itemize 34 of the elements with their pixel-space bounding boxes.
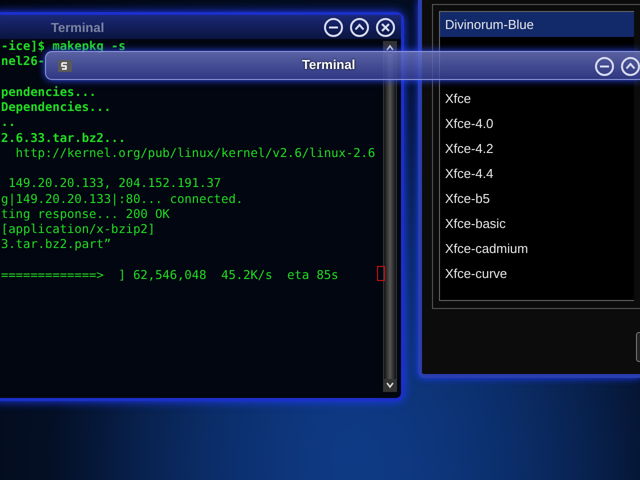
terminal-line: 3.tar.bz2.part” <box>1 237 112 252</box>
terminal-line: [application/x-bzip2] <box>1 222 156 236</box>
terminal-line: =============> ] 62,546,048 45.2K/s eta 85s <box>1 268 339 282</box>
terminal-line: 149.20.20.133, 204.152.191.37 <box>7 176 222 190</box>
terminal-line: nel26- <box>1 54 46 68</box>
scroll-down-icon[interactable] <box>384 379 396 391</box>
terminal-line: .. <box>1 115 16 130</box>
minimize-icon[interactable] <box>323 17 344 38</box>
theme-item[interactable]: Xfce <box>440 86 634 111</box>
terminal-line: 2.6.33.tar.bz2... <box>1 130 126 144</box>
theme-item[interactable]: Xfce-4.0 <box>440 111 634 136</box>
theme-item[interactable]: Xfce-4.2 <box>440 136 634 161</box>
window-title: Terminal <box>302 56 356 74</box>
minimize-icon[interactable] <box>594 56 615 77</box>
theme-item[interactable]: Xfce-basic <box>440 211 634 236</box>
terminal-line: ting response... 200 OK <box>1 206 170 221</box>
close-icon[interactable] <box>375 17 396 38</box>
maximize-icon[interactable] <box>349 17 370 38</box>
theme-item[interactable]: Xfce-curve <box>440 261 634 286</box>
theme-item[interactable]: Xfce-4.4 <box>440 161 634 186</box>
terminal-line: http://kernel.org/pub/linux/kernel/v2.6/linux-2.6 <box>14 146 376 160</box>
terminal-line: -ice]$ makepkg -s <box>1 39 126 53</box>
terminal-line: Dependencies... <box>1 100 112 114</box>
dialog-button[interactable] <box>636 332 640 362</box>
terminal-icon <box>58 60 72 72</box>
terminal-line: pendencies... <box>1 84 96 99</box>
theme-item[interactable]: Xfce-cadmium <box>440 236 634 261</box>
theme-item[interactable]: Xfce-b5 <box>440 186 634 211</box>
terminal-line: g|149.20.20.133|:80... connected. <box>1 192 244 206</box>
theme-item[interactable]: Divinorum-Blue <box>440 12 634 37</box>
maximize-icon[interactable] <box>620 56 640 77</box>
scrollbar[interactable] <box>383 41 397 392</box>
window-title: Terminal <box>51 19 104 37</box>
text-cursor <box>377 266 385 281</box>
